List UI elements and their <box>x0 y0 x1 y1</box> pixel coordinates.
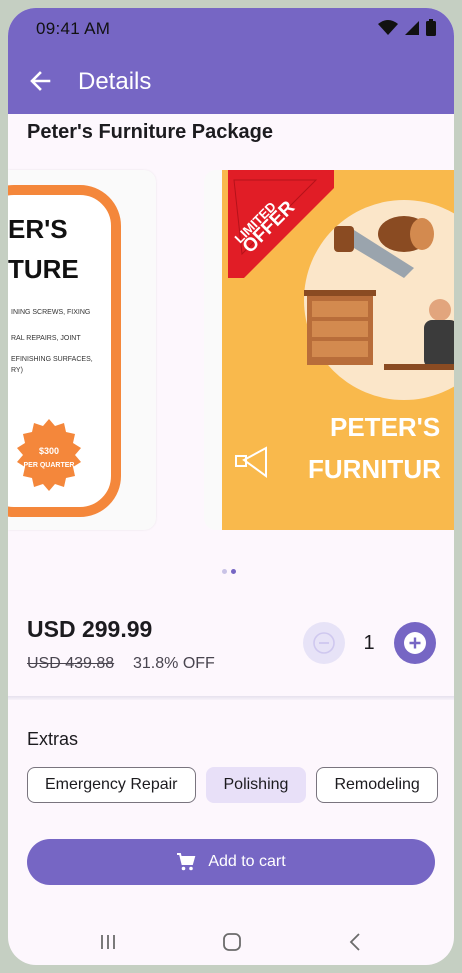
chip-emergency-repair[interactable]: Emergency Repair <box>27 767 196 803</box>
chip-remodeling[interactable]: Remodeling <box>316 767 438 803</box>
indicator-dot-active <box>231 569 236 574</box>
status-icons <box>378 19 436 36</box>
flyer-line-2: RAL REPAIRS, JOINT <box>11 335 81 342</box>
badge-price: $300 <box>39 446 59 456</box>
minus-circle-icon <box>313 632 335 654</box>
battery-icon <box>426 19 436 36</box>
poster-image: LIMITED OFFER PETER'S FURNITUR <box>222 170 454 530</box>
page-title: Details <box>78 68 152 95</box>
poster-heading-2: FURNITUR <box>308 454 441 484</box>
cart-icon <box>177 853 196 871</box>
increase-quantity-button[interactable] <box>394 622 436 664</box>
flyer-line-1: INING SCREWS, FIXING <box>11 309 90 316</box>
discount-label: 31.8% OFF <box>133 655 215 672</box>
chip-polishing[interactable]: Polishing <box>205 767 307 803</box>
carousel-indicator <box>222 569 236 574</box>
recents-icon <box>101 935 115 949</box>
status-bar: 09:41 AM <box>8 8 454 48</box>
plus-circle-icon <box>404 632 426 654</box>
flyer-image: ER'S TURE INING SCREWS, FIXING RAL REPAI… <box>8 185 121 517</box>
product-title: Peter's Furniture Package <box>27 121 273 143</box>
section-divider <box>8 696 454 700</box>
poster-heading-1: PETER'S <box>330 412 440 442</box>
badge-period: PER QUARTER <box>24 462 75 469</box>
wifi-icon <box>378 19 398 35</box>
app-bar: Details <box>8 48 454 114</box>
arrow-back-icon <box>30 71 51 91</box>
flyer-line-3: EFINISHING SURFACES, <box>11 356 93 363</box>
recents-button[interactable] <box>93 927 123 957</box>
phone-screen: 09:41 AM Details Peter's Furniture Packa… <box>8 8 454 965</box>
quantity-value: 1 <box>363 632 375 654</box>
original-price: USD 439.88 <box>27 655 115 672</box>
chevron-left-icon <box>349 933 360 951</box>
status-time: 09:41 AM <box>36 19 111 38</box>
add-to-cart-label: Add to cart <box>208 853 286 870</box>
carousel-slide-previous[interactable]: ER'S TURE INING SCREWS, FIXING RAL REPAI… <box>8 170 156 530</box>
add-to-cart-button[interactable]: Add to cart <box>27 839 435 885</box>
flyer-heading-2: TURE <box>8 254 79 284</box>
flyer-heading-1: ER'S <box>8 214 68 244</box>
flyer-line-4: RY) <box>11 367 23 374</box>
home-button[interactable] <box>217 927 247 957</box>
system-back-button[interactable] <box>341 927 371 957</box>
current-price: USD 299.99 <box>27 616 153 642</box>
signal-icon <box>405 20 419 35</box>
carousel-slide-current[interactable]: LIMITED OFFER PETER'S FURNITUR <box>204 170 454 530</box>
decrease-quantity-button[interactable] <box>303 622 345 664</box>
extras-chip-group: Emergency Repair Polishing Remodeling <box>27 767 438 803</box>
extras-title: Extras <box>27 729 79 749</box>
home-icon <box>223 933 241 951</box>
price-section: USD 299.99 USD 439.88 31.8% OFF 1 <box>8 596 454 696</box>
image-carousel[interactable]: ER'S TURE INING SCREWS, FIXING RAL REPAI… <box>8 168 454 533</box>
back-button[interactable] <box>22 63 58 99</box>
system-nav-bar <box>8 913 454 965</box>
indicator-dot <box>222 569 227 574</box>
